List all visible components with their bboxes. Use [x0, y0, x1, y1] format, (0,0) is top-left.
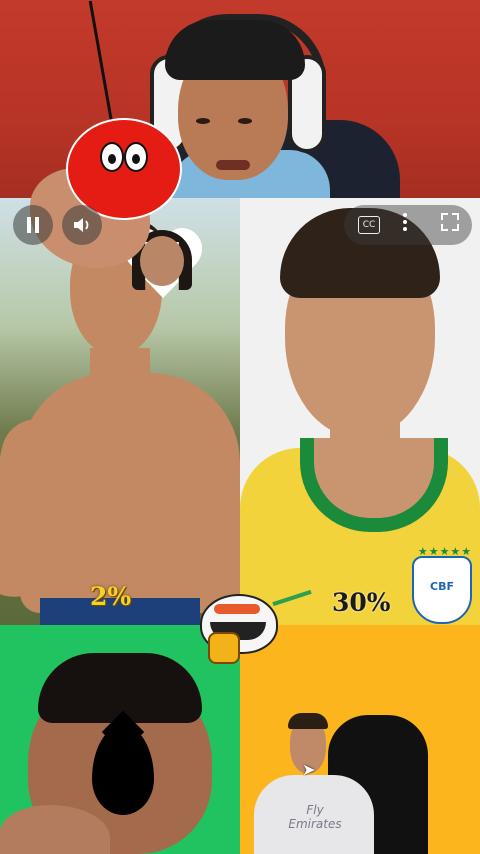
- headphone-cable: [88, 0, 115, 130]
- cbf-badge-text: CBF: [430, 580, 454, 593]
- torso: [20, 373, 240, 613]
- sticker-eye: [100, 142, 124, 172]
- panel-bottom-right[interactable]: Fly Emirates: [240, 625, 480, 854]
- troll-eyes: [214, 604, 260, 614]
- more-vertical-icon: [403, 213, 407, 231]
- volume-button[interactable]: [62, 205, 102, 245]
- player-hair: [288, 713, 328, 729]
- volume-icon: [74, 218, 89, 232]
- fullscreen-icon: [441, 213, 459, 231]
- sticker-eye: [124, 142, 148, 172]
- pupil: [132, 154, 140, 164]
- percent-label-left: 2%: [90, 582, 132, 611]
- panel-top-right[interactable]: ★★★★★ CBF: [240, 198, 480, 625]
- eye: [196, 118, 210, 124]
- pause-button[interactable]: [13, 205, 53, 245]
- pupil: [108, 154, 116, 164]
- cursor-icon: ➤: [302, 760, 316, 779]
- percent-label-right: 30%: [332, 588, 391, 617]
- captions-button[interactable]: CC: [358, 216, 380, 234]
- eye: [238, 118, 252, 124]
- silhouette-head: [344, 717, 380, 761]
- streamer-hair: [165, 20, 305, 80]
- pause-icon: [27, 217, 39, 233]
- more-options-button[interactable]: [402, 212, 408, 235]
- panel-bottom-left[interactable]: [0, 625, 240, 854]
- heart-sticker-face: [140, 236, 184, 286]
- thumbs-up-icon: [208, 632, 240, 664]
- fullscreen-button[interactable]: [440, 212, 460, 237]
- mouth: [216, 160, 250, 170]
- shirt-sponsor: Fly Emirates: [288, 803, 342, 831]
